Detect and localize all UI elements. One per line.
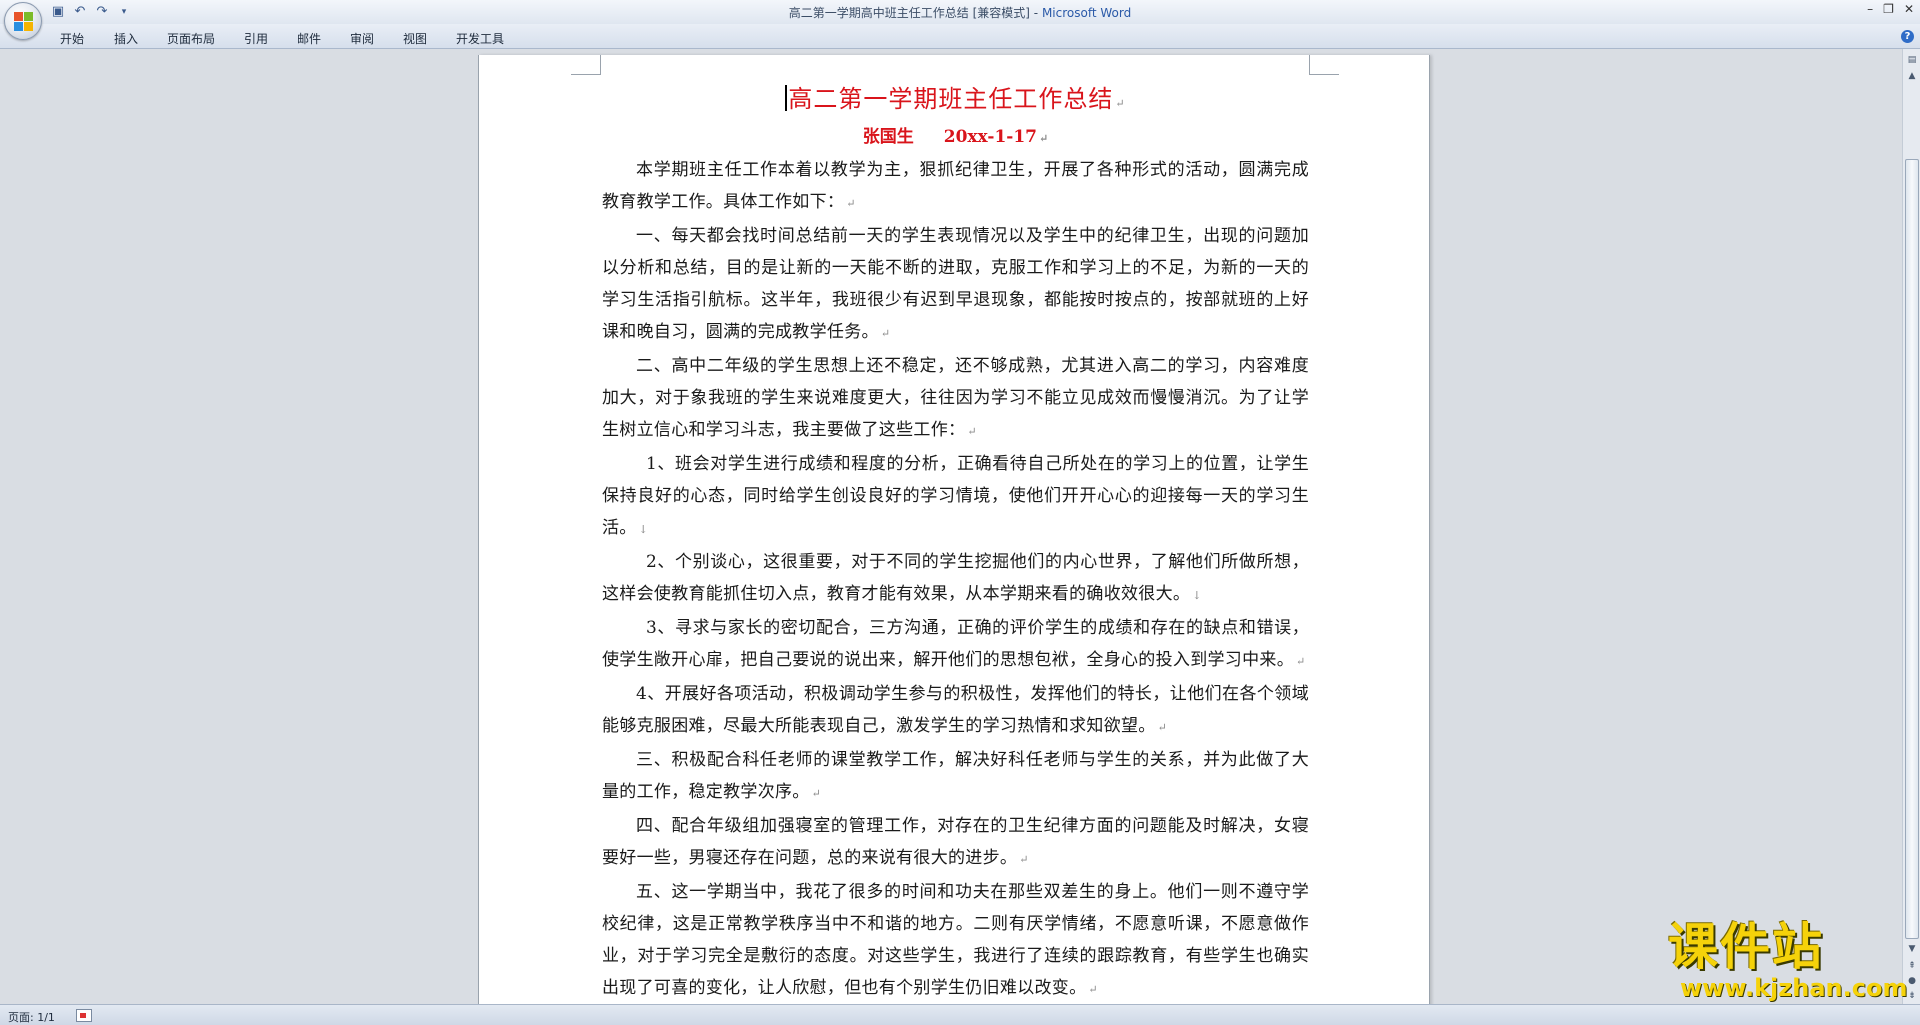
document-page[interactable]: 高二第一学期班主任工作总结 ↵ 张国生 20xx-1-17 ↵ 本学期班主任工作本着以… xyxy=(478,55,1430,1004)
author-name: 张国生 xyxy=(862,127,914,147)
body-paragraph: 本学期班主任工作本着以教学为主，狠抓纪律卫生，开展了各种形式的活动，圆满完成教育… xyxy=(602,160,1309,212)
title-bar: ▣ ↶ ↷ ▾ 高二第一学期高中班主任工作总结 [兼容模式] - Microso… xyxy=(0,0,1920,24)
crop-mark-right xyxy=(1309,55,1339,75)
spelling-check-icon[interactable] xyxy=(76,1009,92,1022)
ruler-toggle-icon[interactable]: ▤ xyxy=(1905,53,1919,67)
document-area[interactable]: 高二第一学期班主任工作总结 ↵ 张国生 20xx-1-17 ↵ 本学期班主任工作本着以… xyxy=(0,49,1902,1004)
window-controls: – ❐ ✕ xyxy=(1867,2,1914,16)
scroll-up-icon[interactable]: ▲ xyxy=(1905,69,1919,83)
ribbon-tabs: 开始 插入 页面布局 引用 邮件 审阅 视图 开发工具 ? xyxy=(0,24,1920,49)
page-indicator[interactable]: 页面: 1/1 xyxy=(8,1009,55,1025)
document-name: 高二第一学期高中班主任工作总结 [兼容模式] xyxy=(788,6,1030,20)
tab-references[interactable]: 引用 xyxy=(244,30,268,47)
vertical-scrollbar[interactable]: ▤ ▲ ▼ ⇞ ● ⇟ xyxy=(1902,49,1920,1004)
close-icon[interactable]: ✕ xyxy=(1904,2,1914,16)
tab-view[interactable]: 视图 xyxy=(403,30,427,47)
body-paragraph: 四、配合年级组加强寝室的管理工作，对存在的卫生纪律方面的问题能及时解决，女寝要好… xyxy=(602,816,1309,868)
document-date: 20xx-1-17 xyxy=(943,127,1037,147)
body-paragraph: 二、高中二年级的学生思想上还不稳定，还不够成熟，尤其进入高二的学习，内容难度加大… xyxy=(602,356,1309,440)
status-bar: 页面: 1/1 xyxy=(0,1004,1920,1025)
help-icon[interactable]: ? xyxy=(1901,30,1914,43)
office-button[interactable] xyxy=(4,2,42,40)
body-paragraph: 一、每天都会找时间总结前一天的学生表现情况以及学生中的纪律卫生，出现的问题加以分… xyxy=(602,226,1309,342)
tab-insert[interactable]: 插入 xyxy=(114,30,138,47)
tab-developer[interactable]: 开发工具 xyxy=(456,30,504,47)
document-heading: 高二第一学期班主任工作总结 ↵ xyxy=(602,81,1309,122)
office-logo-icon xyxy=(14,12,34,32)
restore-icon[interactable]: ❐ xyxy=(1883,2,1894,16)
body-paragraph: 三、积极配合科任老师的课堂教学工作，解决好科任老师与学生的关系，并为此做了大量的… xyxy=(602,750,1309,802)
scrollbar-thumb[interactable] xyxy=(1905,159,1919,939)
crop-mark-left xyxy=(571,55,601,75)
tab-mailings[interactable]: 邮件 xyxy=(297,30,321,47)
tab-page-layout[interactable]: 页面布局 xyxy=(167,30,215,47)
window-title: 高二第一学期高中班主任工作总结 [兼容模式] - Microsoft Word xyxy=(788,6,1132,20)
watermark: 课件站 www.kjzhan.com xyxy=(1668,920,1908,1002)
document-content[interactable]: 高二第一学期班主任工作总结 ↵ 张国生 20xx-1-17 ↵ 本学期班主任工作本着以… xyxy=(602,81,1309,1004)
tab-home[interactable]: 开始 xyxy=(60,30,84,47)
app-name: Microsoft Word xyxy=(1041,6,1132,20)
author-line: 张国生 20xx-1-17 ↵ xyxy=(602,122,1309,154)
minimize-icon[interactable]: – xyxy=(1867,2,1873,16)
body-paragraph: 3、寻求与家长的密切配合，三方沟通，正确的评价学生的成绩和存在的缺点和错误，使学… xyxy=(602,618,1309,670)
body-paragraph: 2、个别谈心，这很重要，对于不同的学生挖掘他们的内心世界，了解他们所做所想，这样… xyxy=(602,552,1309,604)
paragraph-mark-icon: ↵ xyxy=(1039,132,1049,145)
paragraph-mark-icon: ↵ xyxy=(1115,97,1126,110)
watermark-url: www.kjzhan.com xyxy=(1680,974,1908,1002)
body-paragraph: 1、班会对学生进行成绩和程度的分析，正确看待自己所处在的学习上的位置，让学生保持… xyxy=(602,454,1309,538)
tab-review[interactable]: 审阅 xyxy=(350,30,374,47)
watermark-text: 课件站 xyxy=(1668,918,1824,976)
body-paragraph: 五、这一学期当中，我花了很多的时间和功夫在那些双差生的身上。他们一则不遵守学校纪… xyxy=(602,882,1309,998)
body-paragraph: 4、开展好各项活动，积极调动学生参与的积极性，发挥他们的特长，让他们在各个领域能… xyxy=(602,684,1309,736)
